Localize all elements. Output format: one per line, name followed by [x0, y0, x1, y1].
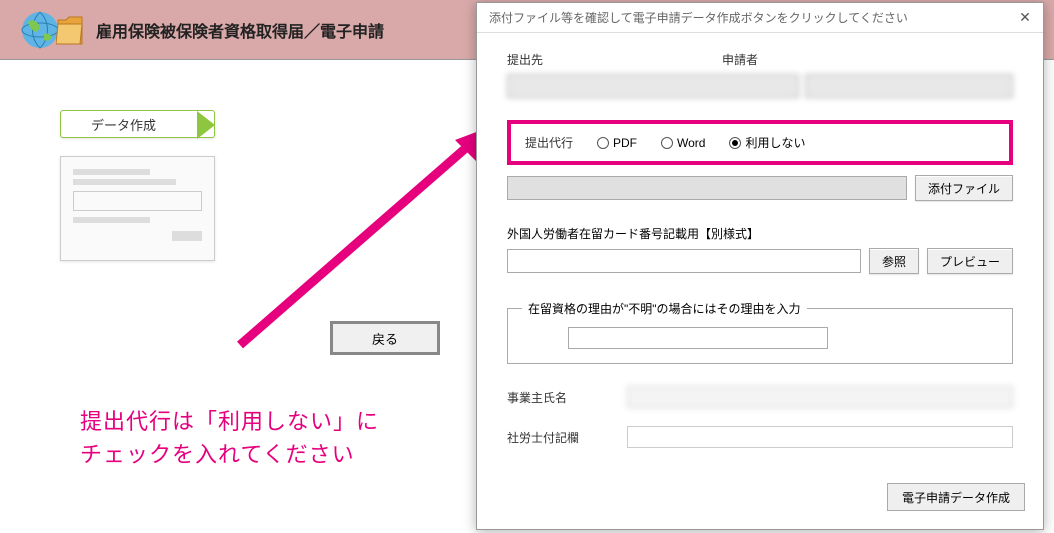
- submission-proxy-group: 提出代行 PDF Word 利用しない: [507, 120, 1013, 165]
- radio-pdf[interactable]: PDF: [597, 136, 637, 150]
- radio-not-use[interactable]: 利用しない: [729, 134, 805, 151]
- back-button[interactable]: 戻る: [330, 321, 440, 355]
- applicant-field[interactable]: [805, 74, 1013, 98]
- attach-file-button[interactable]: 添付ファイル: [915, 175, 1013, 201]
- radio-label: PDF: [613, 136, 637, 150]
- browse-button[interactable]: 参照: [869, 248, 919, 274]
- attachment-path-field[interactable]: [507, 176, 907, 200]
- sharoushi-note-field[interactable]: [627, 426, 1013, 448]
- radio-icon: [597, 137, 609, 149]
- employer-name-label: 事業主氏名: [507, 389, 627, 406]
- submission-proxy-label: 提出代行: [525, 134, 573, 151]
- residence-reason-fieldset: 在留資格の理由が"不明"の場合にはその理由を入力: [507, 308, 1013, 364]
- page-title: 雇用保険被保険者資格取得届／電子申請: [96, 18, 384, 42]
- radio-icon: [661, 137, 673, 149]
- employer-name-field[interactable]: [627, 386, 1013, 408]
- form-preview-thumbnail: [60, 156, 215, 261]
- step-tab-label: データ作成: [91, 115, 156, 134]
- create-data-button[interactable]: 電子申請データ作成: [887, 483, 1025, 511]
- radio-label: Word: [677, 136, 705, 150]
- dialog-title-bar: 添付ファイル等を確認して電子申請データ作成ボタンをクリックしてください ✕: [477, 3, 1043, 33]
- close-icon[interactable]: ✕: [1015, 8, 1035, 28]
- residence-reason-input[interactable]: [568, 327, 828, 349]
- attachment-dialog: 添付ファイル等を確認して電子申請データ作成ボタンをクリックしてください ✕ 提出…: [476, 2, 1044, 530]
- globe-icon: [20, 10, 60, 50]
- destination-label: 提出先: [507, 51, 722, 68]
- destination-field[interactable]: [507, 74, 799, 98]
- foreign-card-label: 外国人労働者在留カード番号記載用【別様式】: [507, 225, 1013, 242]
- radio-label: 利用しない: [745, 134, 805, 151]
- radio-icon: [729, 137, 741, 149]
- preview-button[interactable]: プレビュー: [927, 248, 1013, 274]
- radio-word[interactable]: Word: [661, 136, 705, 150]
- foreign-card-field[interactable]: [507, 249, 861, 273]
- folder-icon: [56, 12, 84, 48]
- applicant-label: 申請者: [722, 51, 758, 68]
- fieldset-legend: 在留資格の理由が"不明"の場合にはその理由を入力: [522, 300, 807, 317]
- dialog-title: 添付ファイル等を確認して電子申請データ作成ボタンをクリックしてください: [489, 9, 908, 26]
- step-tab-data-create[interactable]: データ作成: [60, 110, 215, 138]
- sharoushi-note-label: 社労士付記欄: [507, 429, 627, 446]
